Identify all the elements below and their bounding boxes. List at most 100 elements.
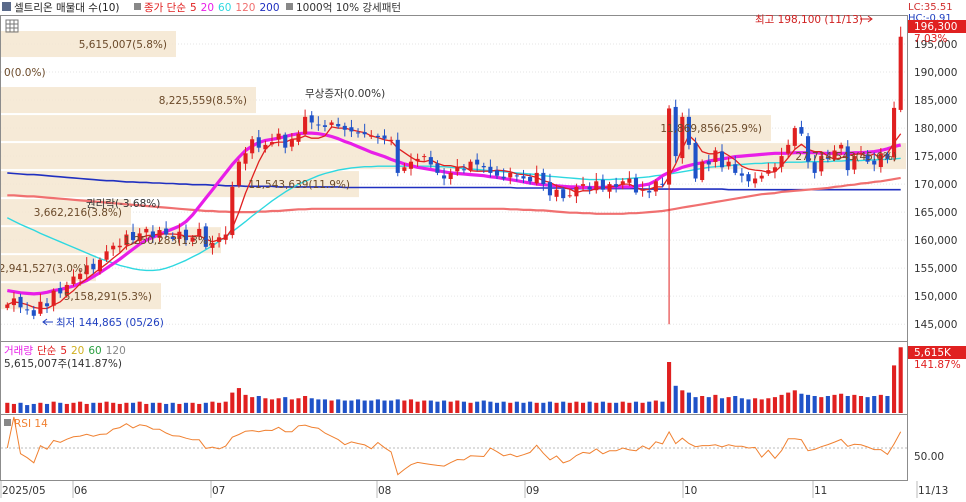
volume-bar (236, 388, 241, 413)
volume-bar (501, 401, 506, 413)
candle-body (521, 176, 526, 179)
volume-bar (753, 398, 758, 413)
candle-body (303, 116, 308, 135)
candle-body (309, 115, 314, 123)
volume-band-bar (1, 143, 906, 170)
volume-bar (494, 402, 500, 413)
candle-body (627, 178, 632, 183)
candle-body (362, 132, 367, 135)
candle-body (594, 181, 599, 191)
volume-bar (508, 402, 513, 413)
x-tick-label: 11/13 (918, 485, 948, 497)
rsi-legend: RSI 14 (14, 418, 48, 430)
candle-body (753, 178, 758, 184)
menu-icon[interactable] (2, 2, 11, 11)
volume-bar (71, 402, 76, 413)
volume-bar (521, 402, 526, 413)
candle-body (786, 144, 791, 154)
volume-bar (786, 392, 791, 413)
volume-bar (719, 398, 725, 413)
volume-band-label: 8,225,559(8.5%) (159, 95, 247, 107)
candle-body (719, 151, 725, 168)
volume-band-label: 11,869,856(25.9%) (660, 123, 762, 135)
volume-bar (892, 365, 897, 413)
current-volume: 5,615K (914, 347, 952, 359)
volume-bar (395, 399, 400, 413)
volume-bar (746, 399, 751, 413)
volume-band-label: 0(0.0%) (4, 67, 46, 79)
x-tick-label: 06 (74, 485, 88, 497)
volume-bar (402, 400, 407, 413)
volume-bar (269, 399, 275, 413)
volume-band-label: 1,250,283(1.3%) (124, 235, 212, 247)
y-tick-label: 180,000 (914, 123, 957, 135)
volume-bar (693, 397, 698, 413)
candle-body (289, 139, 294, 147)
header-legend: 셀트리온 매물대 수(10) 종가 단순 5 20 60 120 200 1000억 10… (2, 2, 401, 14)
volume-bar (600, 401, 605, 413)
volume-bar (230, 392, 235, 413)
candle-body (614, 184, 619, 187)
volume-bar (872, 396, 877, 413)
volume-bar (700, 396, 705, 413)
volume-bar (759, 399, 764, 413)
volume-bar (104, 401, 109, 413)
y-tick-label: 190,000 (914, 67, 957, 79)
volume-bar (726, 397, 731, 413)
candle-body (792, 128, 797, 146)
candle-body (355, 132, 361, 134)
candle-body (647, 190, 652, 193)
candle-body (111, 245, 116, 250)
volume-bar (84, 403, 89, 413)
candle-body (422, 156, 427, 158)
candle-body (812, 162, 817, 173)
volume-bar (322, 399, 328, 413)
y-tick-label: 145,000 (914, 319, 957, 331)
candle-body (468, 161, 473, 171)
volume-bar (309, 398, 314, 413)
volume-bar (832, 394, 837, 413)
candle-body (633, 177, 639, 193)
candle-body (408, 161, 414, 169)
candle-body (342, 125, 347, 130)
volume-bar (766, 398, 771, 413)
x-tick-label: 11 (814, 485, 827, 497)
volume-bar (614, 402, 619, 413)
volume-summary: 5,615,007주(141.87%) (4, 358, 122, 370)
lc-readout: LC:35.51 (908, 2, 953, 13)
volume-bar (779, 394, 784, 413)
volume-bar (713, 394, 718, 413)
volume-legend: 거래량 단순 5 20 60 120 (4, 345, 126, 357)
volume-bar (554, 402, 559, 413)
volume-bar (117, 403, 122, 413)
volume-bar (342, 400, 347, 413)
price-ma-legend: 종가 단순 5 20 60 120 200 (144, 2, 280, 14)
volume-bar (283, 397, 288, 413)
candle-body (269, 142, 275, 145)
volume-bar (124, 402, 129, 413)
candle-body (759, 175, 764, 179)
volume-bar (858, 396, 864, 413)
volume-bar (580, 402, 586, 413)
volume-bar (389, 400, 394, 413)
volume-bar (442, 400, 447, 413)
volume-bar (455, 400, 460, 413)
volume-bar (799, 393, 804, 413)
x-tick-label: 09 (526, 485, 539, 497)
volume-bar (448, 401, 453, 413)
volume-bar (627, 402, 632, 413)
candle-body (435, 163, 440, 173)
volume-bar (428, 400, 433, 413)
volume-bar (587, 401, 592, 413)
x-tick-label: 08 (378, 485, 391, 497)
current-change: 7.03% (914, 33, 947, 45)
candle-body (660, 183, 665, 185)
volume-bar (739, 398, 744, 413)
legend-marker-icon (286, 3, 293, 10)
volume-bar (547, 401, 553, 413)
candle-body (442, 175, 447, 179)
volume-bar (217, 402, 222, 413)
candle-body (892, 107, 897, 158)
low-price-label: 최저 144,865 (05/26) (56, 317, 164, 329)
candle-body (243, 153, 248, 164)
